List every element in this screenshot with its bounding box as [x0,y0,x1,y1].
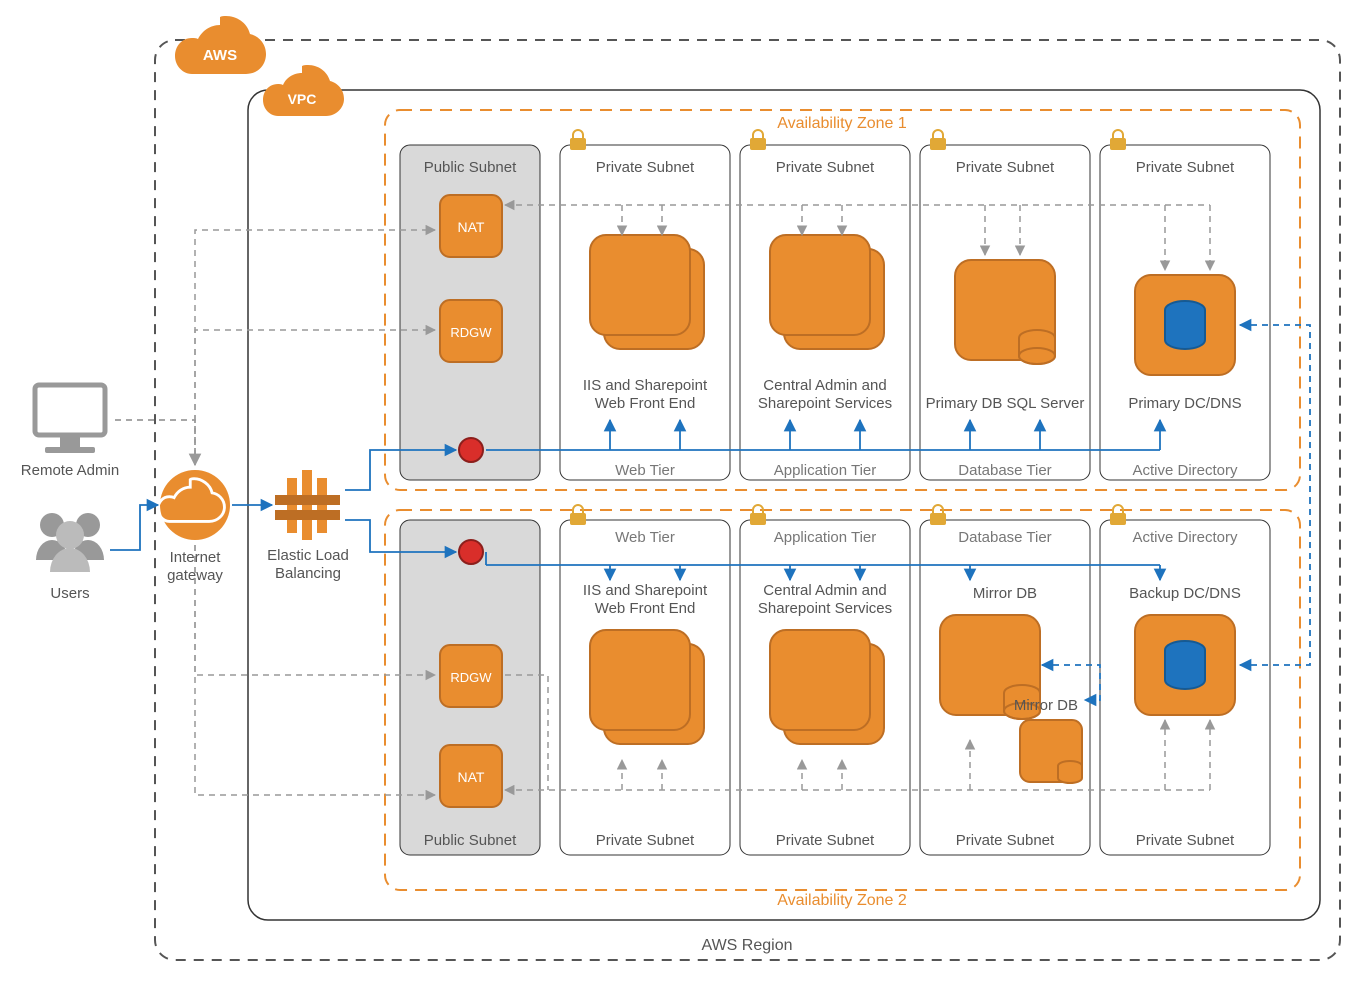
az2-web-title: Private Subnet [596,832,695,849]
lock-icon [1110,130,1126,150]
az1-db-tier: Database Tier [958,462,1051,479]
vpc-cloud-badge: VPC [263,65,344,116]
az1-db-ec2-icon [955,260,1055,364]
lock-icon [750,505,766,525]
az2-app-title: Private Subnet [776,832,875,849]
az2-ec2-dot-icon [459,540,483,564]
az1-ad-ec2-icon [1135,275,1235,375]
az2-witness-icon [1020,720,1082,783]
az1-web-subnet: Private Subnet IIS and Sharepoint Web Fr… [560,130,730,480]
az2-ad-tier: Active Directory [1132,529,1238,546]
az2-web-tier: Web Tier [615,529,675,546]
aws-cloud-badge: AWS [175,16,266,74]
az1-app-subnet: Private Subnet Central Admin and Sharepo… [740,130,910,480]
az1-public-title: Public Subnet [424,159,517,176]
az1-web-tier: Web Tier [615,462,675,479]
users-label: Users [50,585,89,602]
az2-app-svc1: Central Admin and [763,582,886,599]
az2-label: Availability Zone 2 [777,892,907,909]
az1-ec2-dot-icon [459,438,483,462]
elb-icon [275,470,340,540]
remote-admin-icon [35,385,105,453]
az1-ad-title: Private Subnet [1136,159,1235,176]
az2-witness-label: Mirror DB [1014,697,1078,714]
az2-web-ec2-icon [590,630,704,744]
az2-ad-subnet: Active Directory Backup DC/DNS Private S… [1100,505,1270,855]
az2-app-subnet: Application Tier Central Admin and Share… [740,505,910,855]
az1-ad-tier: Active Directory [1132,462,1238,479]
az1-web-title: Private Subnet [596,159,695,176]
az1-public-subnet: Public Subnet NAT RDGW [400,145,540,480]
az2-app-ec2-icon [770,630,884,744]
az1-nat-label: NAT [458,219,485,235]
az1-db-title: Private Subnet [956,159,1055,176]
users-icon [36,513,104,572]
az2-public-title: Public Subnet [424,832,517,849]
az2-rdgw-label: RDGW [450,670,492,685]
az1-rdgw-label: RDGW [450,325,492,340]
internet-gateway-icon [158,470,230,540]
az2-nat-label: NAT [458,769,485,785]
az1-web-svc1: IIS and Sharepoint [583,377,708,394]
az2-db-subnet: Database Tier Mirror DB Mirror DB Privat… [920,505,1090,855]
az2-app-tier: Application Tier [774,529,877,546]
lock-icon [570,505,586,525]
az1-ad-svc: Primary DC/DNS [1128,395,1241,412]
az1-label: Availability Zone 1 [777,115,907,132]
az1-web-ec2-icon [590,235,704,349]
lock-icon [1110,505,1126,525]
az1-app-title: Private Subnet [776,159,875,176]
vpc-cloud-label: VPC [288,91,317,107]
az1-app-svc2: Sharepoint Services [758,395,892,412]
az1-db-svc: Primary DB SQL Server [926,395,1085,412]
az2-db-svc: Mirror DB [973,585,1037,602]
aws-cloud-label: AWS [203,47,237,64]
az1-app-ec2-icon [770,235,884,349]
remote-admin-label: Remote Admin [21,462,119,479]
lock-icon [750,130,766,150]
az2-web-svc1: IIS and Sharepoint [583,582,708,599]
az2-web-subnet: Web Tier IIS and Sharepoint Web Front En… [560,505,730,855]
az1-app-tier: Application Tier [774,462,877,479]
lock-icon [570,130,586,150]
az2-app-svc2: Sharepoint Services [758,600,892,617]
az1-web-svc2: Web Front End [595,395,696,412]
elb-label-2: Balancing [275,565,341,582]
az2-db-tier: Database Tier [958,529,1051,546]
az2-web-svc2: Web Front End [595,600,696,617]
az1-ad-subnet: Private Subnet Primary DC/DNS Active Dir… [1100,130,1270,480]
az2-ad-svc: Backup DC/DNS [1129,585,1241,602]
az1-db-subnet: Private Subnet Primary DB SQL Server Dat… [920,130,1090,480]
az1-app-svc1: Central Admin and [763,377,886,394]
az2-public-subnet: RDGW NAT Public Subnet [400,520,540,855]
aws-architecture-diagram: AWS Region AWS VPC Availability Zone 1 A… [0,0,1370,992]
lock-icon [930,505,946,525]
aws-region-label: AWS Region [702,937,793,954]
lock-icon [930,130,946,150]
az2-db-title: Private Subnet [956,832,1055,849]
elb-label-1: Elastic Load [267,547,349,564]
az2-ad-title: Private Subnet [1136,832,1235,849]
az2-ad-ec2-icon [1135,615,1235,715]
